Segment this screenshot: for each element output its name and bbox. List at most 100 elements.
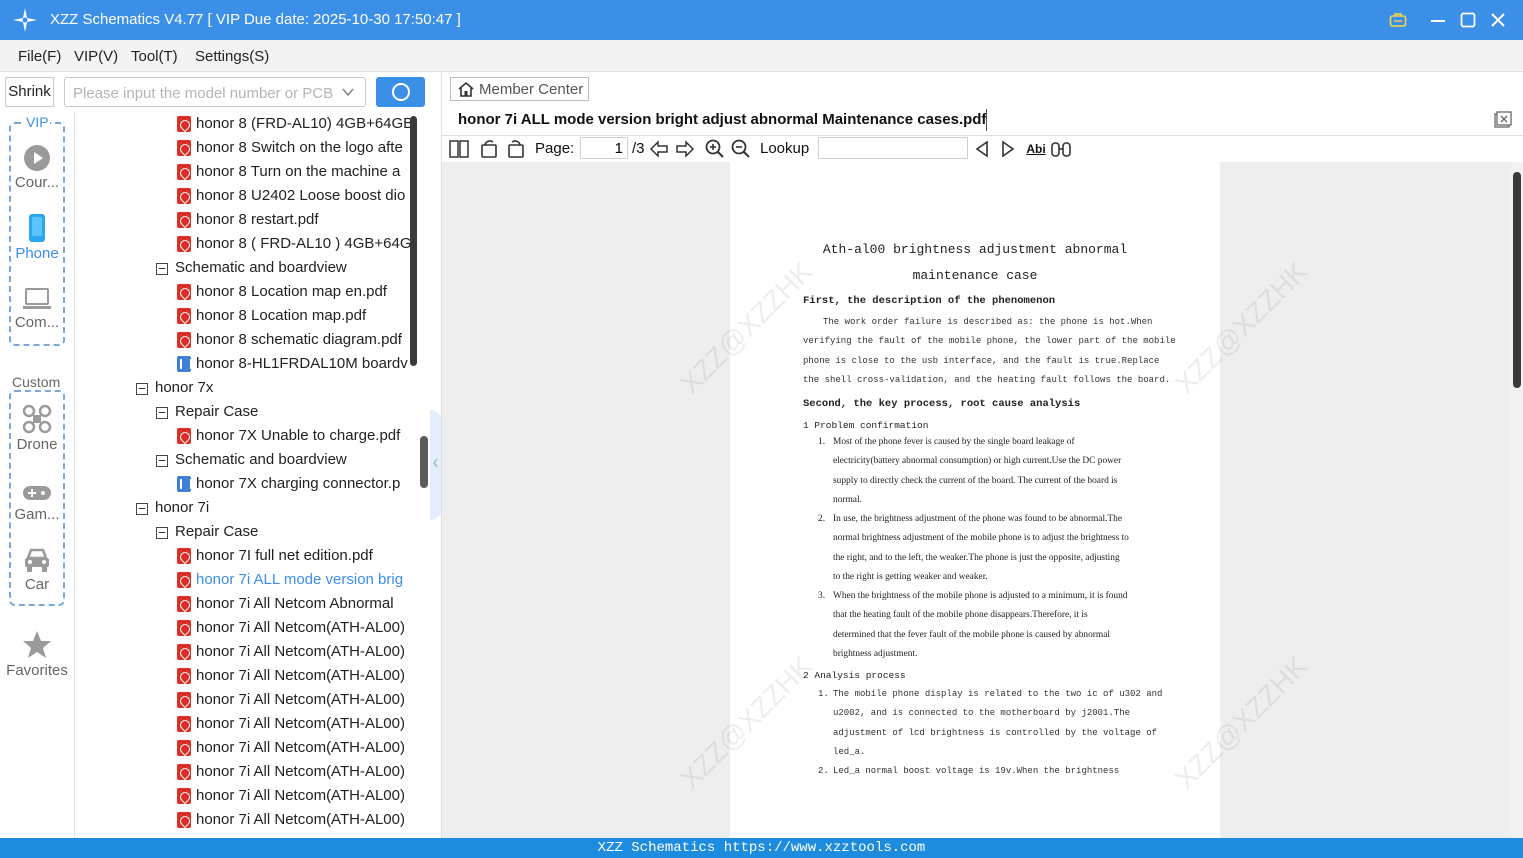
collapse-toggle-icon[interactable] — [156, 407, 168, 419]
pdf-file-icon — [177, 668, 191, 684]
document-canvas[interactable]: XZZ@XZZHK XZZ@XZZHK XZZ@XZZHK XZZ@XZZHK … — [442, 162, 1523, 838]
category-game[interactable]: Gam... — [0, 482, 74, 523]
vip-group-title: VIP — [25, 114, 50, 130]
pdf-file-icon — [177, 236, 191, 252]
pdf-file-icon — [177, 140, 191, 156]
category-label: Gam... — [14, 506, 60, 523]
zoom-out-icon[interactable] — [730, 138, 752, 160]
list-item: 2. In use, the brightness adjustment of … — [818, 514, 1129, 582]
search-combobox[interactable] — [64, 77, 366, 107]
paragraph: The work order failure is described as: … — [803, 317, 1176, 385]
document-tab[interactable]: honor 7i ALL mode version bright adjust … — [442, 106, 1523, 136]
category-label: Cour... — [14, 174, 60, 191]
rotate-left-icon[interactable] — [478, 138, 500, 160]
minimize-icon[interactable] — [1426, 8, 1450, 32]
boardview-file-icon — [177, 476, 192, 492]
find-next-icon[interactable] — [997, 138, 1019, 160]
category-computer[interactable]: Com... — [0, 286, 74, 331]
category-label: Car — [24, 576, 50, 593]
menu-file[interactable]: File(F) — [18, 48, 61, 65]
window-title: XZZ Schematics V4.77 [ VIP Due date: 202… — [50, 11, 461, 28]
drone-icon — [22, 404, 52, 434]
previous-page-icon[interactable] — [648, 138, 670, 160]
pdf-file-icon — [177, 188, 191, 204]
page-number-input[interactable] — [580, 137, 628, 159]
next-page-icon[interactable] — [674, 138, 696, 160]
category-label: Favorites — [6, 662, 68, 679]
category-courses[interactable]: Cour... — [0, 144, 74, 191]
search-icon — [391, 83, 410, 101]
home-icon — [458, 81, 474, 97]
find-previous-icon[interactable] — [971, 138, 993, 160]
document-tab-title: honor 7i ALL mode version bright adjust … — [458, 111, 987, 128]
close-tab-icon[interactable] — [1494, 111, 1512, 129]
chevron-down-icon[interactable] — [341, 85, 355, 99]
list-item: 1. Most of the phone fever is caused by … — [818, 437, 1122, 505]
match-case-button[interactable]: Abi — [1024, 138, 1048, 160]
model-tree: honor 8 (FRD-AL10) 4GB+64GB honor 8 Swit… — [74, 112, 430, 838]
rotate-right-icon[interactable] — [505, 138, 527, 160]
pdf-file-icon — [177, 812, 191, 828]
menu-tool[interactable]: Tool(T) — [131, 48, 178, 65]
panel-splitter[interactable] — [420, 436, 428, 488]
custom-group-title: Custom — [11, 374, 62, 390]
category-phone[interactable]: Phone — [0, 213, 74, 262]
pdf-file-icon — [177, 716, 191, 732]
search-input[interactable] — [73, 83, 333, 103]
menu-settings[interactable]: Settings(S) — [195, 48, 269, 65]
menu-vip[interactable]: VIP(V) — [74, 48, 118, 65]
page-label: Page: — [535, 140, 575, 157]
collapse-toggle-icon[interactable] — [156, 455, 168, 467]
car-icon — [25, 548, 49, 572]
pdf-file-icon — [177, 548, 191, 564]
document-viewer: Member Center honor 7i ALL mode version … — [441, 72, 1523, 838]
section-heading: Second, the key process, root cause anal… — [803, 398, 1081, 410]
two-page-view-icon[interactable] — [448, 138, 470, 160]
pdf-file-icon — [177, 284, 191, 300]
scrollbar-thumb[interactable] — [1513, 172, 1521, 388]
list-item: 2. Led_a normal boost voltage is 19v.Whe… — [818, 766, 1120, 776]
category-car[interactable]: Car — [0, 546, 74, 593]
pdf-file-icon — [177, 308, 191, 324]
document-scrollbar[interactable] — [1511, 162, 1523, 838]
lookup-input[interactable] — [818, 137, 968, 159]
watermark: XZZ@XZZHK — [674, 650, 819, 795]
member-center-button[interactable]: Member Center — [450, 77, 589, 101]
whole-word-icon[interactable] — [1050, 138, 1072, 160]
pdf-file-icon — [177, 644, 191, 660]
pdf-file-icon — [177, 788, 191, 804]
collapse-toggle-icon[interactable] — [136, 503, 148, 515]
star-icon — [23, 631, 51, 658]
document-title-line2: maintenance case — [912, 268, 1038, 283]
vip-icon[interactable] — [1386, 8, 1410, 32]
pdf-file-icon — [177, 116, 191, 132]
play-circle-icon — [24, 145, 50, 171]
subsection-heading: 2 Analysis process — [803, 670, 906, 681]
laptop-icon — [23, 288, 51, 309]
pdf-page: XZZ@XZZHK XZZ@XZZHK XZZ@XZZHK XZZ@XZZHK … — [674, 162, 1313, 838]
category-sidebar: VIP Cour... Phone Com... Custom Drone Ga… — [0, 112, 74, 838]
category-favorites[interactable]: Favorites — [0, 630, 74, 679]
section-heading: First, the description of the phenomenon — [803, 295, 1056, 307]
tree-scrollbar[interactable] — [410, 116, 417, 366]
category-drone[interactable]: Drone — [0, 404, 74, 453]
search-button[interactable] — [376, 77, 425, 107]
pdf-file-icon — [177, 596, 191, 612]
lookup-label: Lookup — [760, 140, 810, 157]
zoom-in-icon[interactable] — [704, 138, 726, 160]
menu-bar: File(F) VIP(V) Tool(T) Settings(S) — [0, 40, 1523, 72]
close-icon[interactable] — [1486, 8, 1510, 32]
maximize-icon[interactable] — [1456, 8, 1480, 32]
boardview-file-icon — [177, 356, 192, 372]
pdf-file-icon — [177, 572, 191, 588]
shrink-button[interactable]: Shrink — [5, 77, 54, 107]
list-item: 1. The mobile phone display is related t… — [818, 689, 1163, 757]
collapse-toggle-icon[interactable] — [156, 263, 168, 275]
pdf-file-icon — [177, 332, 191, 348]
collapse-toggle-icon[interactable] — [156, 527, 168, 539]
collapse-toggle-icon[interactable] — [136, 383, 148, 395]
pdf-file-icon — [177, 164, 191, 180]
pdf-file-icon — [177, 764, 191, 780]
status-bar: XZZ Schematics https://www.xzztools.com — [0, 838, 1523, 858]
pdf-file-icon — [177, 428, 191, 444]
